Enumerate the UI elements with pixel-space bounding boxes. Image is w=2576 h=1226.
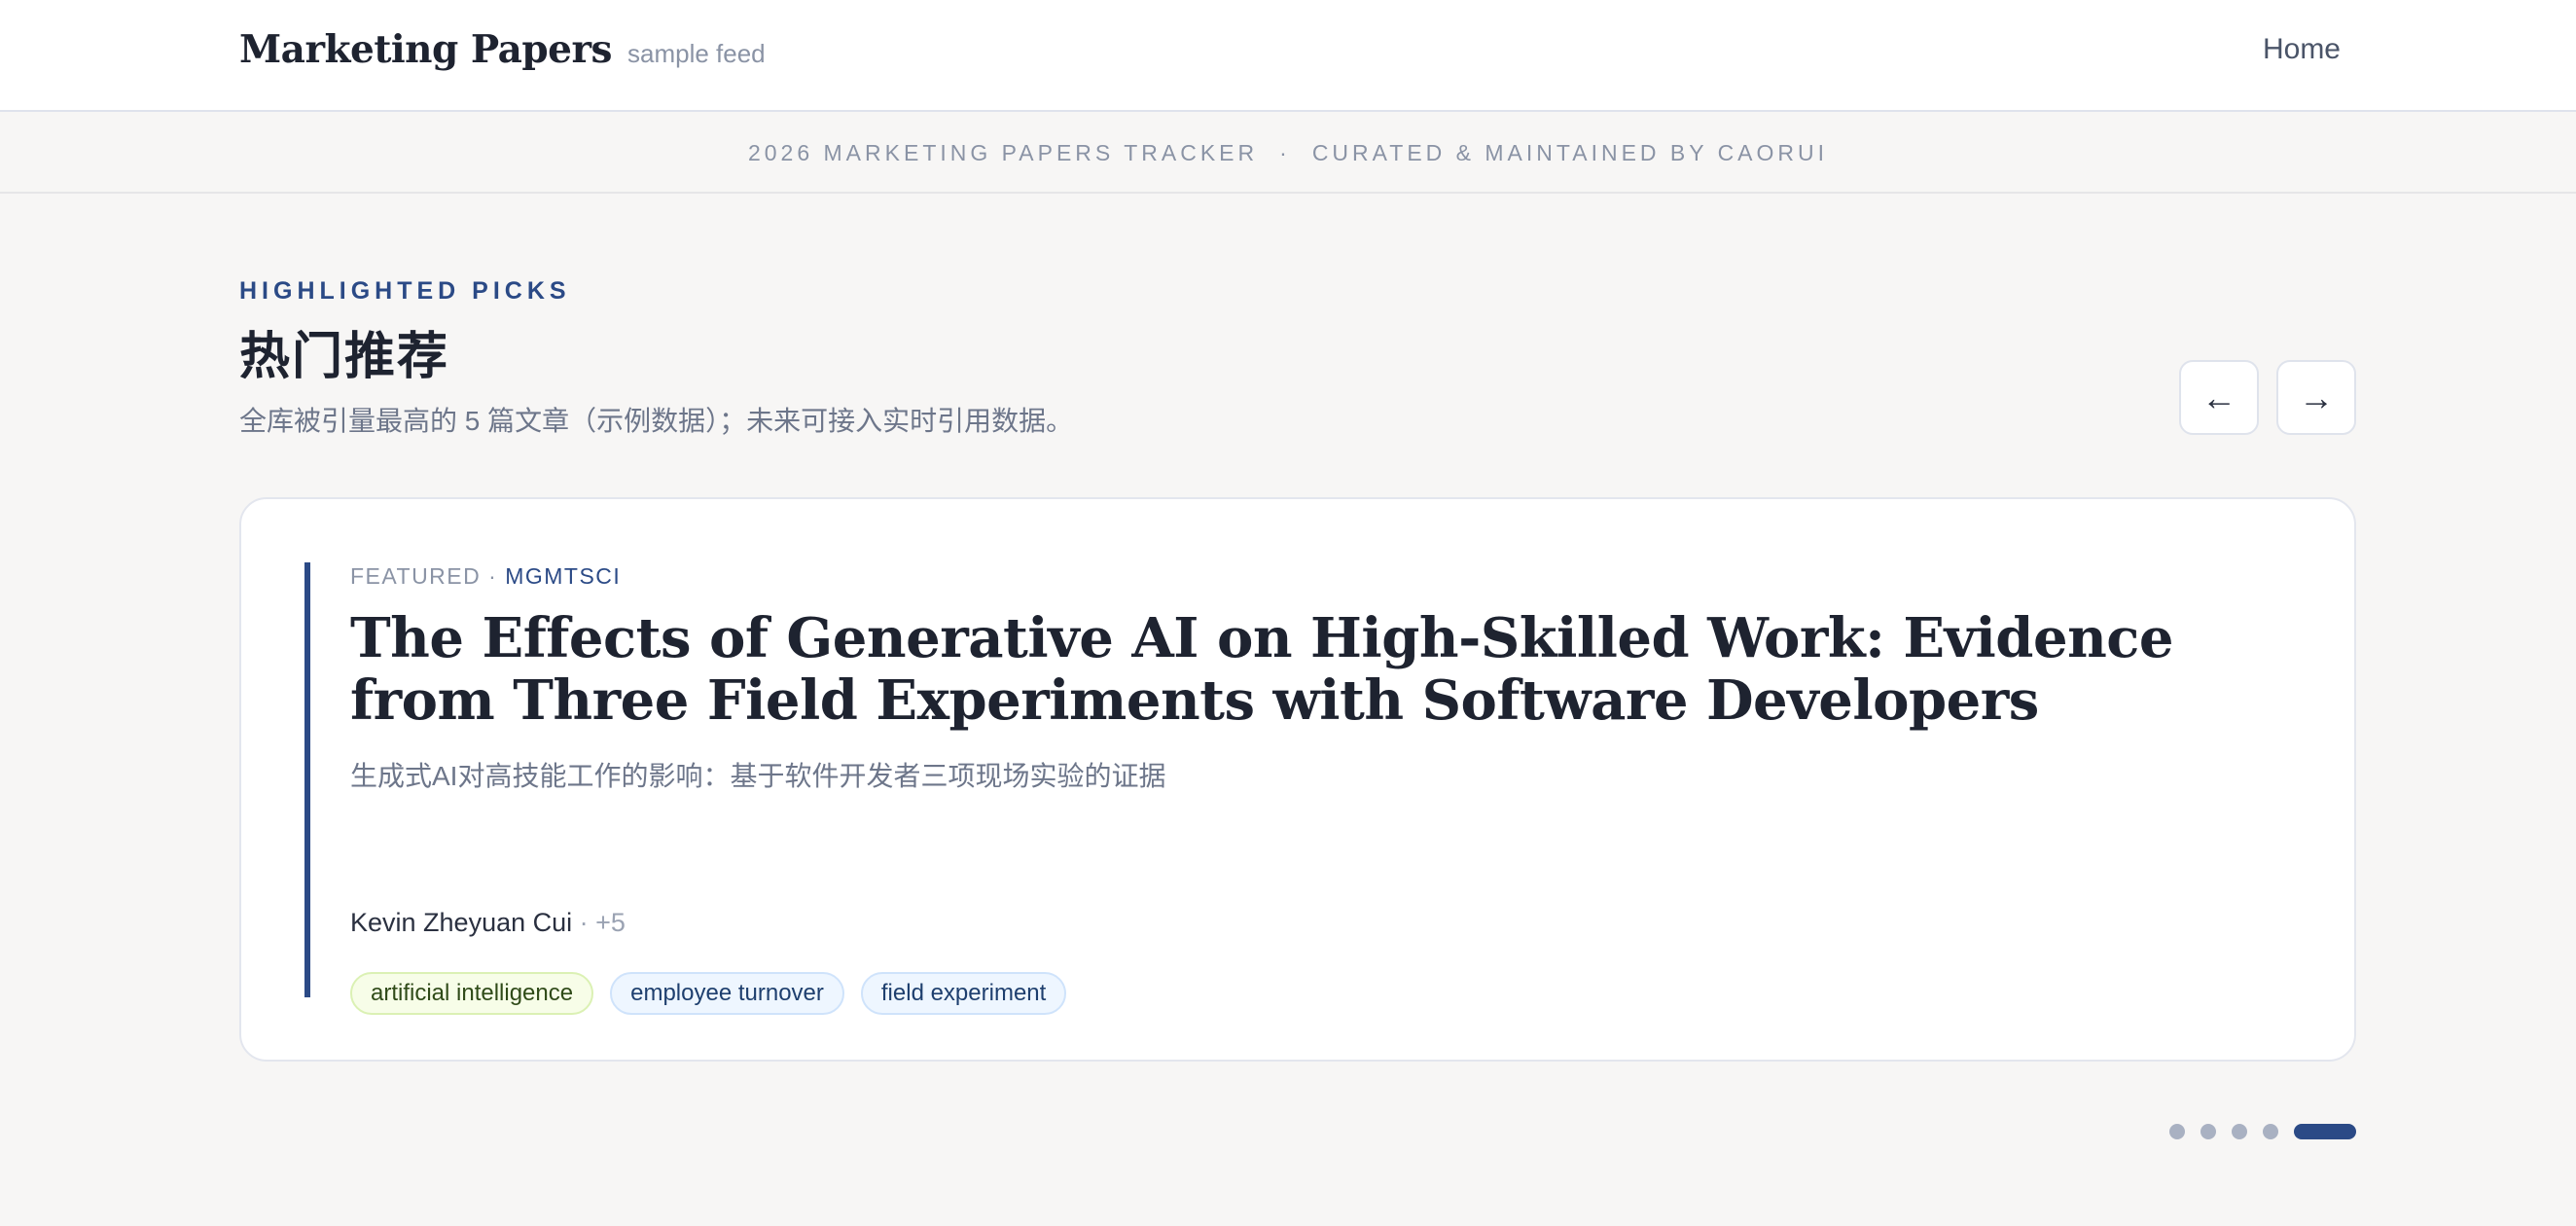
card-accent-bar [304,562,310,997]
paper-title[interactable]: The Effects of Generative AI on High-Ski… [350,607,2286,732]
arrow-right-icon: → [2299,377,2334,417]
nav-home-link[interactable]: Home [2263,33,2341,66]
carousel-dot-3[interactable] [2232,1124,2247,1139]
journal-label: MGMTSCI [505,563,622,589]
tracker-title: 2026 MARKETING PAPERS TRACKER [747,139,1259,165]
carousel-controls: ← → [2179,360,2356,435]
featured-label: FEATURED [350,563,482,589]
tracker-separator: · [1279,139,1291,165]
brand[interactable]: Marketing Papers sample feed [239,27,766,72]
first-author: Kevin Zheyuan Cui [350,908,573,937]
top-navbar: Marketing Papers sample feed Home [0,0,2576,112]
tag-employee-turnover[interactable]: employee turnover [610,972,844,1015]
section-eyebrow: HIGHLIGHTED PICKS [239,277,571,305]
tracker-banner: 2026 MARKETING PAPERS TRACKER · CURATED … [0,114,2576,194]
featured-paper-card[interactable]: FEATURED · MGMTSCI The Effects of Genera… [239,497,2356,1062]
arrow-left-icon: ← [2201,377,2236,417]
highlighted-picks-section: HIGHLIGHTED PICKS 热门推荐 全库被引量最高的 5 篇文章（示例… [239,277,2356,439]
brand-subtitle: sample feed [627,39,766,68]
next-button[interactable]: → [2276,360,2356,435]
carousel-dot-4[interactable] [2263,1124,2278,1139]
carousel-dot-5-active[interactable] [2294,1124,2356,1139]
tag-field-experiment[interactable]: field experiment [860,972,1067,1015]
carousel-pagination [2169,1124,2356,1139]
paper-authors: Kevin Zheyuan Cui · +5 [350,908,626,938]
section-title: 热门推荐 [239,327,450,386]
prev-button[interactable]: ← [2179,360,2259,435]
brand-title[interactable]: Marketing Papers [239,27,613,72]
kicker-separator: · [481,563,506,589]
keyword-tags: artificial intelligence employee turnove… [350,972,1067,1015]
section-description: 全库被引量最高的 5 篇文章（示例数据）；未来可接入实时引用数据。 [239,406,1074,436]
card-kicker: FEATURED · MGMTSCI [350,563,2286,590]
tag-artificial-intelligence[interactable]: artificial intelligence [350,972,594,1015]
tracker-credit: CURATED & MAINTAINED BY CAORUI [1311,139,1829,165]
card-body: FEATURED · MGMTSCI The Effects of Genera… [350,563,2286,1015]
carousel-dot-2[interactable] [2200,1124,2216,1139]
paper-subtitle-zh: 生成式AI对高技能工作的影响：基于软件开发者三项现场实验的证据 [350,761,1166,791]
carousel-dot-1[interactable] [2169,1124,2185,1139]
more-authors-count: · +5 [572,908,626,937]
